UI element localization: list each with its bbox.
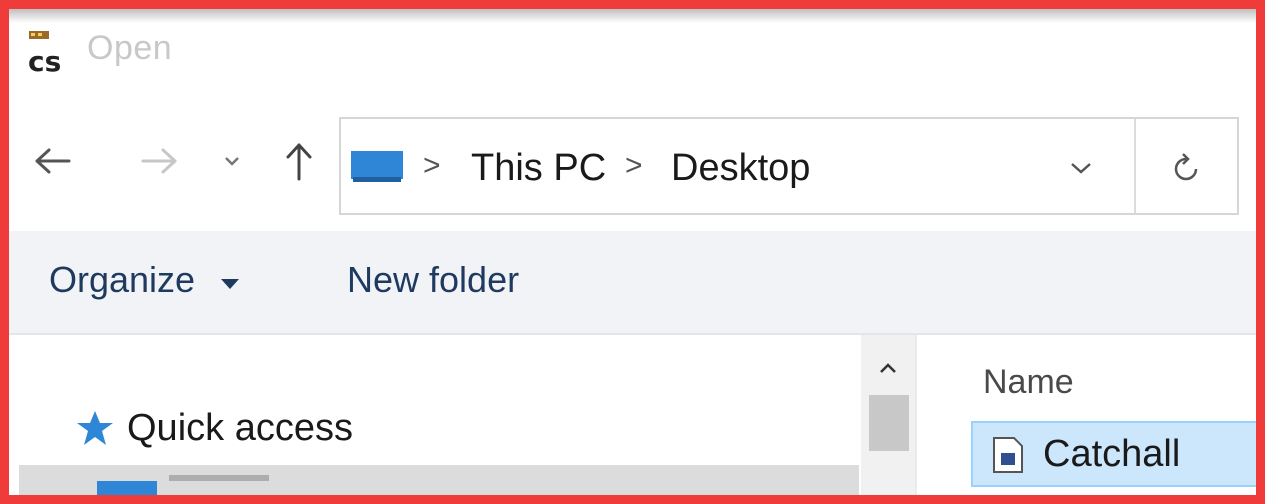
scrollbar-thumb[interactable] <box>869 395 909 451</box>
this-pc-icon <box>351 151 403 183</box>
nav-item-desktop[interactable] <box>19 465 859 495</box>
address-dropdown-button[interactable] <box>1061 151 1101 185</box>
chevron-down-icon <box>1071 163 1091 174</box>
desktop-icon <box>97 481 157 495</box>
pane-divider[interactable] <box>915 335 917 495</box>
title-bar: cs Open <box>9 9 1256 97</box>
column-header-name[interactable]: Name <box>983 363 1074 402</box>
new-folder-button[interactable]: New folder <box>347 259 519 301</box>
arrow-left-icon <box>35 148 71 174</box>
arrow-up-icon <box>286 143 312 181</box>
star-icon <box>77 411 113 445</box>
open-dialog-window: cs Open > This PC > Desktop Organize New… <box>0 0 1265 504</box>
breadcrumb-separator: > <box>423 149 441 182</box>
navigation-pane: Quick access <box>9 335 861 495</box>
breadcrumb-this-pc[interactable]: This PC <box>471 147 606 190</box>
navigation-pane-scrollbar[interactable] <box>861 335 915 495</box>
arrow-right-icon <box>141 148 177 174</box>
file-name: Catchall <box>1043 433 1181 475</box>
nav-item-label: Quick access <box>127 406 353 449</box>
forward-button[interactable] <box>137 139 181 183</box>
svg-text:cs: cs <box>28 45 61 77</box>
organize-button[interactable]: Organize <box>49 259 195 301</box>
refresh-icon <box>1174 153 1198 181</box>
refresh-button[interactable] <box>1161 147 1211 189</box>
file-icon <box>993 437 1023 473</box>
chevron-down-icon <box>225 157 239 166</box>
nav-item-quick-access[interactable]: Quick access <box>75 403 353 453</box>
file-row-catchall[interactable]: Catchall <box>971 421 1256 487</box>
chevron-up-icon <box>880 363 896 373</box>
title-bar-shadow <box>9 9 1256 23</box>
window-title: Open <box>87 29 173 67</box>
cs-app-icon: cs <box>27 31 69 78</box>
address-divider <box>1134 119 1136 213</box>
recent-locations-button[interactable] <box>217 139 247 183</box>
address-bar[interactable]: > This PC > Desktop <box>339 117 1239 215</box>
up-button[interactable] <box>277 139 321 183</box>
scroll-up-button[interactable] <box>873 357 903 379</box>
back-button[interactable] <box>31 139 75 183</box>
navigation-row: > This PC > Desktop <box>9 109 1256 224</box>
breadcrumb-separator: > <box>625 149 643 182</box>
nav-item-label-cropped <box>169 475 269 481</box>
organize-dropdown-icon <box>221 279 239 289</box>
command-bar: Organize New folder <box>9 231 1256 335</box>
file-list: Name Catchall <box>919 335 1256 495</box>
breadcrumb-desktop[interactable]: Desktop <box>671 147 810 190</box>
